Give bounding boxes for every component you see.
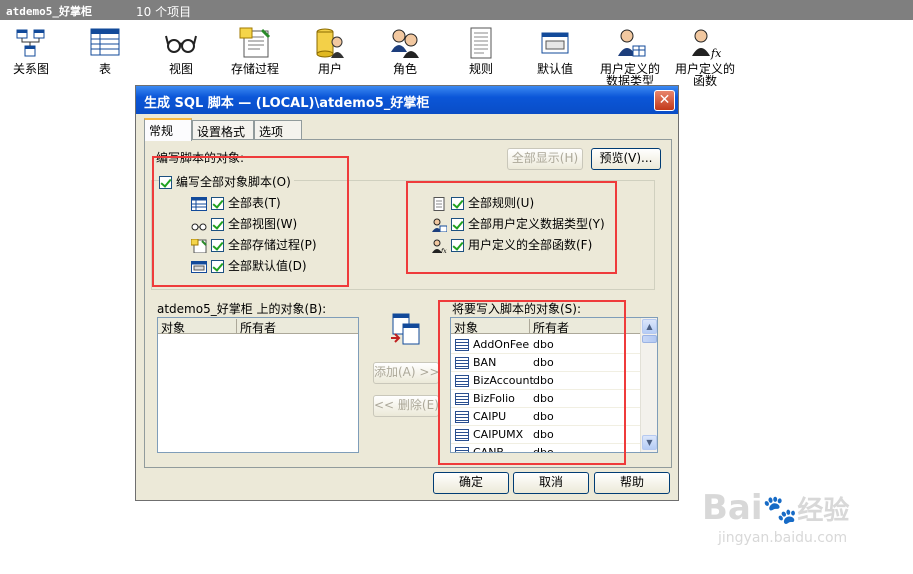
toolbar-label: 关系图	[12, 62, 49, 76]
column-header-object[interactable]: 对象	[161, 319, 185, 336]
role-icon	[388, 26, 422, 60]
source-objects-list[interactable]: 对象 所有者	[157, 317, 359, 453]
udf-icon: fx	[688, 26, 722, 60]
toolbar-item-view[interactable]: 视图	[148, 26, 214, 75]
dialog-title: 生成 SQL 脚本 — (LOCAL)\atdemo5_好掌柜	[144, 96, 430, 111]
show-all-button[interactable]: 全部显示(H)	[507, 148, 583, 170]
toolbar-label: 角色	[392, 62, 417, 76]
general-tab-panel: 编写脚本的对象: 全部显示(H) 预览(V)... 编写全部对象脚本(O) 全部…	[144, 139, 672, 468]
toolbar-item-rule[interactable]: 规则	[448, 26, 514, 75]
database-title: atdemo5_好掌柜	[6, 5, 92, 18]
toolbar-item-diagram[interactable]: 关系图	[0, 26, 64, 75]
table-icon	[88, 26, 122, 60]
list-header: 对象 所有者	[158, 318, 358, 336]
tab-general[interactable]: 常规	[144, 118, 192, 141]
toolbar-item-udt[interactable]: 用户定义的 数据类型	[597, 26, 663, 87]
highlight-box-right	[406, 181, 617, 274]
tab-options[interactable]: 选项	[254, 120, 302, 140]
ok-button[interactable]: 确定	[433, 472, 509, 494]
toolbar-item-role[interactable]: 角色	[372, 26, 438, 75]
toolbar-label: 视图	[168, 62, 193, 76]
toolbar-label: 默认值	[536, 62, 573, 76]
highlight-box-left	[152, 156, 349, 287]
udt-icon	[613, 26, 647, 60]
toolbar-item-udf[interactable]: fx 用户定义的 函数	[672, 26, 738, 87]
toolbar-item-stored-procedure[interactable]: 存储过程	[222, 26, 288, 75]
scroll-down-icon[interactable]: ▼	[642, 435, 657, 450]
preview-button[interactable]: 预览(V)...	[591, 148, 661, 170]
tab-format[interactable]: 设置格式	[192, 120, 254, 140]
transfer-icon	[389, 312, 423, 346]
add-button[interactable]: 添加(A) >>	[373, 362, 440, 384]
watermark-url: jingyan.baidu.com	[718, 530, 848, 546]
diagram-icon	[14, 26, 48, 60]
item-count: 10 个项目	[136, 5, 192, 19]
source-objects-label: atdemo5_好掌柜 上的对象(B):	[157, 302, 327, 316]
highlight-box-target-list	[438, 300, 626, 465]
toolbar-label: 规则	[468, 62, 493, 76]
cancel-button[interactable]: 取消	[513, 472, 589, 494]
toolbar-label: 表	[98, 62, 111, 76]
remove-button[interactable]: << 删除(E)	[373, 395, 439, 417]
close-icon[interactable]: ✕	[654, 90, 675, 111]
rule-icon	[464, 26, 498, 60]
scroll-thumb[interactable]	[642, 335, 657, 343]
toolbar-label: 用户	[317, 62, 342, 76]
toolbar-label: 存储过程	[230, 62, 279, 76]
toolbar-item-user[interactable]: 用户	[297, 26, 363, 75]
window-title-bar: atdemo5_好掌柜 10 个项目	[0, 0, 913, 20]
glasses-view-icon	[164, 26, 198, 60]
watermark-logo: Bai🐾经验	[702, 488, 850, 528]
stored-procedure-icon	[238, 26, 272, 60]
toolbar-item-default[interactable]: 默认值	[522, 26, 588, 75]
scroll-up-icon[interactable]: ▲	[642, 319, 657, 334]
generate-sql-script-dialog: 生成 SQL 脚本 — (LOCAL)\atdemo5_好掌柜 ✕ 常规 设置格…	[135, 85, 679, 501]
user-icon	[313, 26, 347, 60]
svg-text:fx: fx	[710, 47, 722, 60]
vertical-scrollbar[interactable]: ▲ ▼	[640, 318, 657, 452]
help-button[interactable]: 帮助	[594, 472, 670, 494]
toolbar-label: 函数	[692, 74, 717, 88]
default-icon	[538, 26, 572, 60]
column-header-owner[interactable]: 所有者	[240, 319, 276, 336]
dialog-title-bar[interactable]: 生成 SQL 脚本 — (LOCAL)\atdemo5_好掌柜 ✕	[136, 86, 678, 114]
toolbar-item-table[interactable]: 表	[72, 26, 138, 75]
